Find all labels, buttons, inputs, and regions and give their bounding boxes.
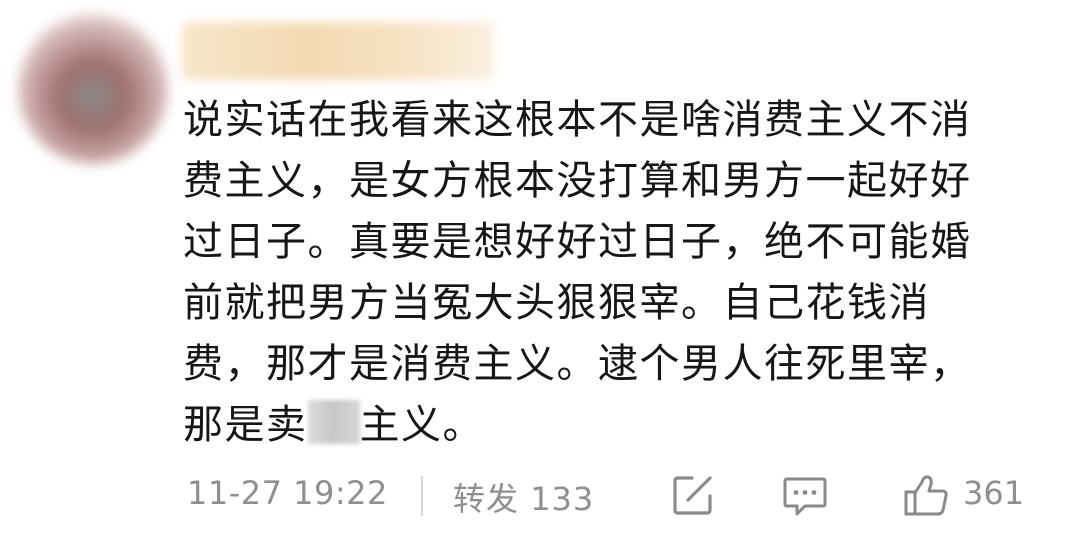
edit-button[interactable]: [670, 472, 716, 518]
comment-line: 费主义，是女方根本没打算和男方一起好好: [183, 158, 972, 204]
comment-line-last-start: 那是卖: [183, 402, 308, 448]
comment-body: 说实话在我看来这根本不是啥消费主义不消 费主义，是女方根本没打算和男方一起好好 …: [183, 90, 1053, 456]
divider: [421, 476, 423, 516]
like-button[interactable]: 361: [901, 472, 1051, 520]
repost-button[interactable]: 转发 133: [453, 474, 594, 520]
repost-count: 133: [530, 480, 595, 518]
comment-icon: [783, 477, 827, 516]
edit-icon: [673, 476, 712, 515]
thumbs-up-icon: [904, 475, 948, 516]
like-count: 361: [963, 474, 1025, 512]
comment-card: 说实话在我看来这根本不是啥消费主义不消 费主义，是女方根本没打算和男方一起好好 …: [0, 0, 1079, 540]
comment-line: 过日子。真要是想好好过日子，绝不可能婚: [183, 219, 972, 265]
comment-button[interactable]: [781, 474, 829, 518]
avatar[interactable]: [18, 14, 168, 164]
comment-footer: 11-27 19:22 转发 133 361: [183, 472, 1063, 520]
censored-word: [307, 400, 360, 444]
comment-line-last-end: 主义。: [359, 402, 484, 448]
timestamp: 11-27 19:22: [187, 474, 388, 512]
repost-label: 转发: [453, 480, 520, 518]
comment-line: 前就把男方当冤大头狠狠宰。自己花钱消: [183, 280, 930, 326]
comment-line: 说实话在我看来这根本不是啥消费主义不消: [183, 97, 972, 143]
comment-line: 费，那才是消费主义。逮个男人往死里宰，: [183, 341, 972, 387]
comment-line-last: 那是卖 主义。: [183, 395, 1053, 456]
username-blurred[interactable]: [182, 22, 494, 80]
